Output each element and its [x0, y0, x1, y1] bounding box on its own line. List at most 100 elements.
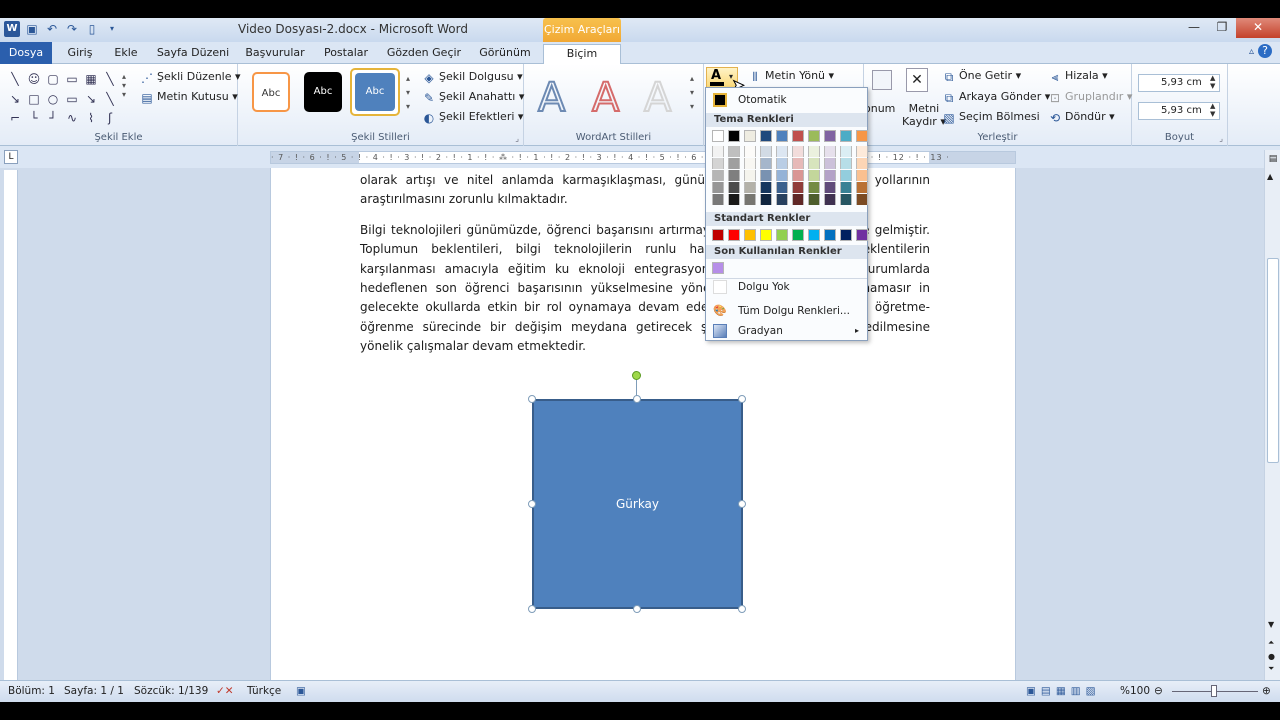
theme-shade-5-4[interactable] [792, 194, 804, 205]
save-icon[interactable]: ▣ [24, 21, 40, 37]
word-logo-icon[interactable]: W [4, 21, 20, 37]
theme-shade-2-4[interactable] [744, 194, 756, 205]
automatic-color-item[interactable]: Otomatik [706, 90, 867, 110]
zoom-in-icon[interactable]: ⊕ [1262, 685, 1271, 697]
theme-shade-4-1[interactable] [776, 158, 788, 169]
shape-height-input[interactable]: 5,93 cm [1138, 74, 1220, 92]
position-icon[interactable] [872, 70, 892, 90]
theme-shade-9-2[interactable] [856, 170, 868, 181]
zoom-slider-thumb[interactable] [1211, 685, 1217, 697]
scroll-up-icon[interactable]: ▲ [1267, 172, 1273, 181]
tab-format[interactable]: Biçim [543, 44, 621, 65]
standard-swatch-2[interactable] [744, 229, 756, 241]
wordart-style-gray[interactable]: A [643, 75, 672, 121]
resize-handle-sw[interactable] [528, 605, 536, 613]
zoom-out-icon[interactable]: ⊖ [1154, 685, 1163, 697]
theme-shade-2-1[interactable] [744, 158, 756, 169]
shape-style-black[interactable]: Abc [304, 72, 342, 112]
height-spinner-icon[interactable]: ▲ ▼ [1210, 74, 1215, 90]
wordart-style-red[interactable]: A [591, 75, 620, 121]
theme-shade-7-4[interactable] [824, 194, 836, 205]
scribble-shape-icon[interactable]: ʃ [101, 109, 119, 128]
wordart-style-blue[interactable]: A [537, 75, 566, 121]
previous-page-icon[interactable]: ⏶ [1268, 638, 1274, 648]
theme-shade-5-0[interactable] [792, 146, 804, 157]
page-indicator[interactable]: Sayfa: 1 / 1 [64, 685, 124, 697]
view-buttons[interactable]: ▣▤▦▥▧ [1026, 685, 1101, 697]
recent-swatch-0[interactable] [712, 262, 724, 274]
standard-swatch-5[interactable] [792, 229, 804, 241]
rotation-handle[interactable] [632, 371, 641, 380]
edit-shape-button[interactable]: ⋰ Şekli Düzenle ▾ [140, 70, 241, 85]
shape-outline-button[interactable]: ✎ Şekil Anahattı ▾ [422, 90, 524, 105]
rotate-button[interactable]: ⟲ Döndür ▾ [1048, 110, 1115, 125]
shapes-gallery[interactable]: ╲ ☺ ▢ ▭ ▦ ╲ ↘ □ ○ ▭ ↘ ╲ ⌐ └ ┘ ∿ ⌇ ʃ [6, 70, 124, 128]
table-shape-icon[interactable]: ▦ [82, 70, 100, 89]
theme-shade-0-0[interactable] [712, 146, 724, 157]
gradient-item[interactable]: Gradyan ▸ [706, 321, 867, 341]
theme-shade-7-0[interactable] [824, 146, 836, 157]
macro-record-icon[interactable]: ▣ [296, 685, 306, 697]
theme-shade-8-0[interactable] [840, 146, 852, 157]
theme-shade-3-2[interactable] [760, 170, 772, 181]
theme-shade-1-2[interactable] [728, 170, 740, 181]
theme-shade-5-3[interactable] [792, 182, 804, 193]
language-indicator[interactable]: Türkçe [247, 685, 281, 697]
resize-handle-se[interactable] [738, 605, 746, 613]
theme-shade-7-1[interactable] [824, 158, 836, 169]
resize-handle-ne[interactable] [738, 395, 746, 403]
resize-handle-n[interactable] [633, 395, 641, 403]
theme-shade-9-1[interactable] [856, 158, 868, 169]
rect-shape-icon[interactable]: ▭ [63, 70, 81, 89]
theme-shade-8-1[interactable] [840, 158, 852, 169]
theme-shade-7-2[interactable] [824, 170, 836, 181]
redo-icon[interactable]: ↷ [64, 21, 80, 37]
wordart-gallery-scroll-icon[interactable]: ▴ ▾ ▾ [690, 72, 694, 114]
tab-home[interactable]: Giriş [60, 44, 100, 64]
theme-swatch-8[interactable] [840, 130, 852, 142]
theme-swatch-9[interactable] [856, 130, 868, 142]
theme-swatch-7[interactable] [824, 130, 836, 142]
theme-shade-6-3[interactable] [808, 182, 820, 193]
standard-swatch-8[interactable] [840, 229, 852, 241]
theme-shade-6-1[interactable] [808, 158, 820, 169]
freeform-shape-icon[interactable]: ⌇ [82, 109, 100, 128]
dialog-launcher-icon[interactable]: ⌟ [515, 134, 519, 143]
theme-shade-6-2[interactable] [808, 170, 820, 181]
theme-shade-1-3[interactable] [728, 182, 740, 193]
proofing-icon[interactable]: ✓✕ [216, 685, 234, 697]
standard-swatch-1[interactable] [728, 229, 740, 241]
tab-references[interactable]: Başvurular [240, 44, 310, 64]
horizontal-ruler[interactable]: · 7 · ! · 6 · ! · 5 · ! · 4 · ! · 3 · ! … [270, 151, 1016, 164]
oval-shape-icon[interactable]: ○ [44, 90, 62, 109]
shape-effects-button[interactable]: ◐ Şekil Efektleri ▾ [422, 110, 524, 125]
scroll-down-icon[interactable]: ▼ [1268, 620, 1274, 629]
theme-shade-1-0[interactable] [728, 146, 740, 157]
tab-review[interactable]: Gözden Geçir [382, 44, 466, 64]
rect2-shape-icon[interactable]: ▭ [63, 90, 81, 109]
elbow-shape-icon[interactable]: └ [25, 109, 43, 128]
theme-shade-3-1[interactable] [760, 158, 772, 169]
theme-shade-4-0[interactable] [776, 146, 788, 157]
theme-shade-8-3[interactable] [840, 182, 852, 193]
zoom-level[interactable]: %100 [1120, 685, 1150, 697]
theme-swatch-5[interactable] [792, 130, 804, 142]
text-box-button[interactable]: ▤ Metin Kutusu ▾ [140, 90, 237, 105]
square-shape-icon[interactable]: □ [25, 90, 43, 109]
tab-mailings[interactable]: Postalar [316, 44, 376, 64]
theme-shade-0-4[interactable] [712, 194, 724, 205]
theme-shade-3-4[interactable] [760, 194, 772, 205]
theme-shade-4-3[interactable] [776, 182, 788, 193]
theme-shade-9-0[interactable] [856, 146, 868, 157]
width-spinner-icon[interactable]: ▲ ▼ [1210, 102, 1215, 118]
tab-file[interactable]: Dosya [0, 42, 52, 64]
shape-style-orange-outline[interactable]: Abc [252, 72, 290, 112]
tab-selector-icon[interactable]: L [4, 150, 18, 164]
theme-swatch-2[interactable] [744, 130, 756, 142]
shape-width-input[interactable]: 5,93 cm [1138, 102, 1220, 120]
theme-shade-1-4[interactable] [728, 194, 740, 205]
standard-swatch-4[interactable] [776, 229, 788, 241]
arrow-line-shape-icon[interactable]: ↘ [6, 90, 24, 109]
gallery-more-icon[interactable]: ▴ ▾ ▾ [122, 72, 126, 99]
theme-shade-6-0[interactable] [808, 146, 820, 157]
